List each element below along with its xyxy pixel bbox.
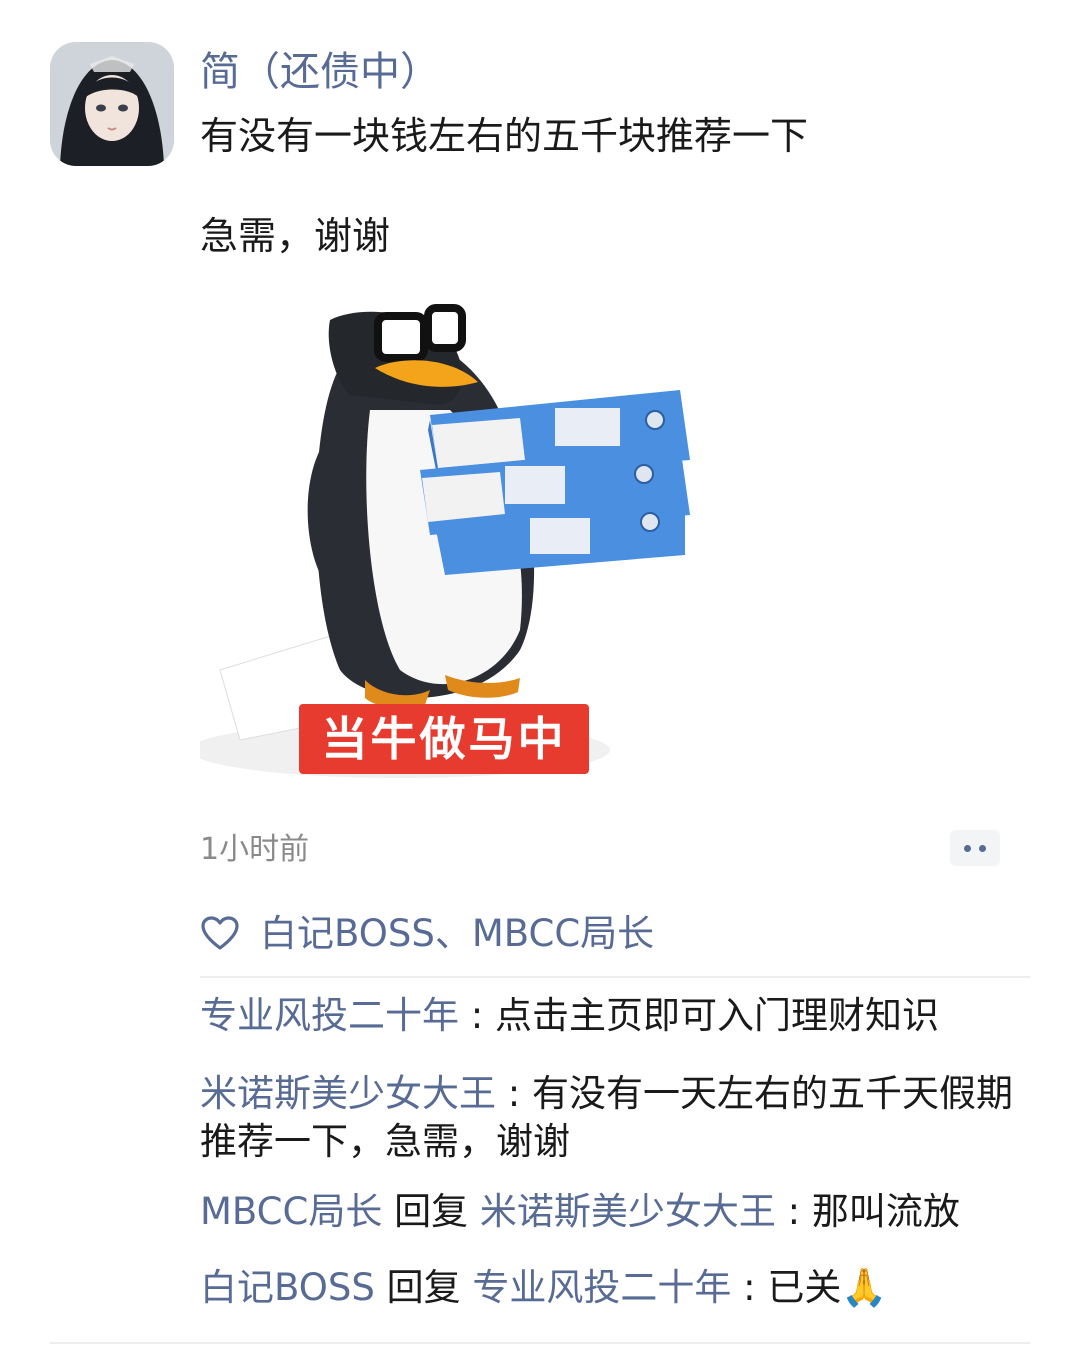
reply-label: 回复 (382, 1190, 480, 1233)
heart-icon (201, 916, 239, 950)
sticker-caption: 当牛做马中 (299, 704, 589, 774)
post-timestamp: 1小时前 (200, 832, 310, 867)
author-avatar[interactable] (50, 42, 174, 166)
more-dots-icon (979, 844, 986, 852)
likes-row: 白记BOSS、MBCC局长 (200, 908, 654, 960)
reply-target-user[interactable]: 专业风投二十年 (472, 1266, 731, 1309)
comment-separator: : (775, 1190, 812, 1233)
liker-names[interactable]: 白记BOSS、MBCC局长 (260, 908, 654, 960)
comment-item[interactable]: 专业风投二十年 : 点击主页即可入门理财知识 (200, 992, 1030, 1040)
comment-text: 那叫流放 (811, 1190, 960, 1233)
comment-user[interactable]: 专业风投二十年 (200, 994, 459, 1037)
more-dots-icon (964, 844, 971, 852)
comment-item[interactable]: 米诺斯美少女大王 : 有没有一天左右的五千天假期推荐一下，急需，谢谢 (200, 1070, 1030, 1166)
bottom-divider (50, 1342, 1030, 1344)
post-sticker-image[interactable]: 当牛做马中 (200, 290, 710, 790)
comment-item[interactable]: 白记BOSS 回复 专业风投二十年 : 已关🙏 (200, 1264, 1030, 1312)
comment-separator: : (496, 1072, 532, 1115)
reply-label: 回复 (374, 1266, 473, 1309)
comment-text: 点击主页即可入门理财知识 (495, 994, 939, 1037)
post-text-line-2: 急需，谢谢 (200, 214, 391, 258)
likes-divider (200, 976, 1030, 978)
more-options-button[interactable] (950, 830, 1000, 866)
reply-target-user[interactable]: 米诺斯美少女大王 (480, 1190, 776, 1233)
avatar-image (50, 42, 174, 166)
comment-separator: : (731, 1266, 768, 1309)
post-text-line-1: 有没有一块钱左右的五千块推荐一下 (200, 114, 809, 158)
comment-user[interactable]: 白记BOSS (200, 1266, 375, 1309)
comment-separator: : (459, 994, 495, 1037)
comment-user[interactable]: MBCC局长 (200, 1190, 382, 1233)
comment-text: 已关🙏 (767, 1266, 888, 1309)
comment-item[interactable]: MBCC局长 回复 米诺斯美少女大王 : 那叫流放 (200, 1188, 1030, 1236)
author-name[interactable]: 简（还债中） (200, 44, 440, 100)
comment-user[interactable]: 米诺斯美少女大王 (200, 1072, 496, 1115)
